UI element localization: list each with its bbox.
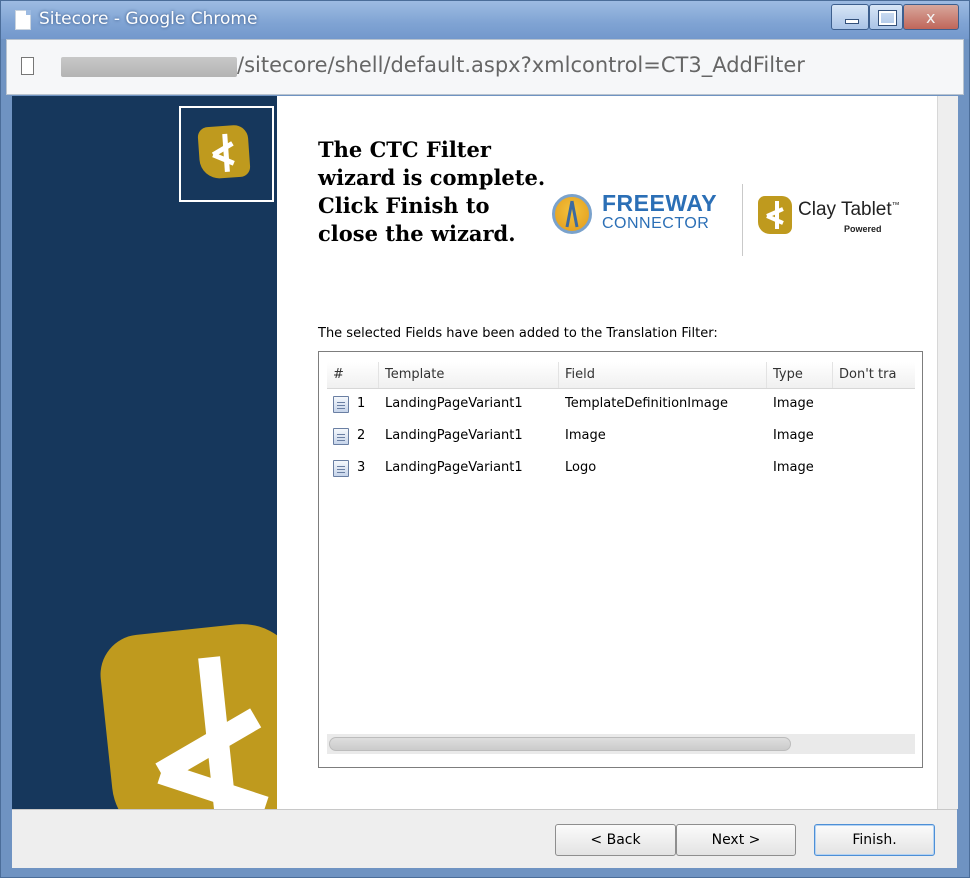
finish-button[interactable]: Finish. (814, 824, 935, 856)
row-type: Image (773, 396, 814, 411)
title-bar: Sitecore - Google Chrome x (1, 1, 969, 39)
next-button[interactable]: Next > (676, 824, 796, 856)
maximize-button[interactable] (869, 4, 903, 30)
freeway-road-icon (552, 194, 592, 234)
brand-logos: FREEWAY CONNECTOR Clay Tablet™ Powered (552, 182, 912, 262)
document-icon (21, 57, 34, 75)
row-field: Image (565, 428, 606, 443)
brand-divider (742, 184, 743, 256)
document-item-icon (333, 428, 349, 445)
scrollbar-thumb[interactable] (329, 737, 791, 751)
wizard-footer: < Back Next > Finish. (12, 809, 957, 868)
close-icon: x (926, 8, 936, 27)
clay-tablet-brand-icon (758, 196, 792, 234)
result-intro-text: The selected Fields have been added to t… (318, 326, 718, 341)
address-bar[interactable]: /sitecore/shell/default.aspx?xmlcontrol=… (6, 39, 964, 95)
added-fields-list[interactable]: # Template Field Type Don't tra 1 Landin… (318, 351, 923, 768)
document-item-icon (333, 460, 349, 477)
clay-tablet-logo-frame (179, 106, 274, 202)
connector-wordmark: CONNECTOR (602, 215, 710, 232)
clay-tablet-wordmark: Clay Tablet™ (798, 199, 900, 220)
url-path: /sitecore/shell/default.aspx?xmlcontrol=… (237, 53, 805, 77)
row-type: Image (773, 460, 814, 475)
back-button[interactable]: < Back (555, 824, 676, 856)
redacted-url-host (61, 57, 237, 77)
row-type: Image (773, 428, 814, 443)
maximize-icon (878, 10, 897, 26)
page-icon (15, 10, 31, 30)
window-title: Sitecore - Google Chrome (39, 9, 258, 29)
powered-label: Powered (844, 224, 882, 234)
table-row[interactable]: 1 LandingPageVariant1 TemplateDefinition… (327, 390, 915, 418)
document-item-icon (333, 396, 349, 413)
horizontal-scrollbar[interactable] (327, 734, 915, 754)
row-template: LandingPageVariant1 (385, 396, 523, 411)
row-template: LandingPageVariant1 (385, 428, 523, 443)
row-field: Logo (565, 460, 597, 475)
table-row[interactable]: 2 LandingPageVariant1 Image Image (327, 422, 915, 450)
clay-tablet-watermark-icon (96, 618, 277, 809)
freeway-wordmark: FREEWAY (602, 190, 718, 216)
wizard-side-panel (12, 96, 277, 809)
wizard-content: The CTC Filter wizard is complete. Click… (12, 96, 958, 809)
list-header: # Template Field Type Don't tra (327, 362, 915, 389)
close-button[interactable]: x (903, 4, 959, 30)
row-number: 3 (357, 460, 366, 475)
column-header-field[interactable]: Field (559, 362, 767, 388)
wizard-heading: The CTC Filter wizard is complete. Click… (318, 137, 546, 246)
vertical-scrollbar[interactable] (937, 96, 958, 809)
column-header-dont-translate[interactable]: Don't tra (833, 362, 915, 388)
table-row[interactable]: 3 LandingPageVariant1 Logo Image (327, 454, 915, 482)
clay-tablet-logo-icon (197, 124, 251, 180)
row-number: 2 (357, 428, 366, 443)
minimize-button[interactable] (831, 4, 869, 30)
column-header-type[interactable]: Type (767, 362, 833, 388)
row-field: TemplateDefinitionImage (565, 396, 728, 411)
row-template: LandingPageVariant1 (385, 460, 523, 475)
row-number: 1 (357, 396, 366, 411)
minimize-icon (845, 19, 859, 24)
column-header-template[interactable]: Template (379, 362, 559, 388)
column-header-number[interactable]: # (327, 362, 379, 388)
